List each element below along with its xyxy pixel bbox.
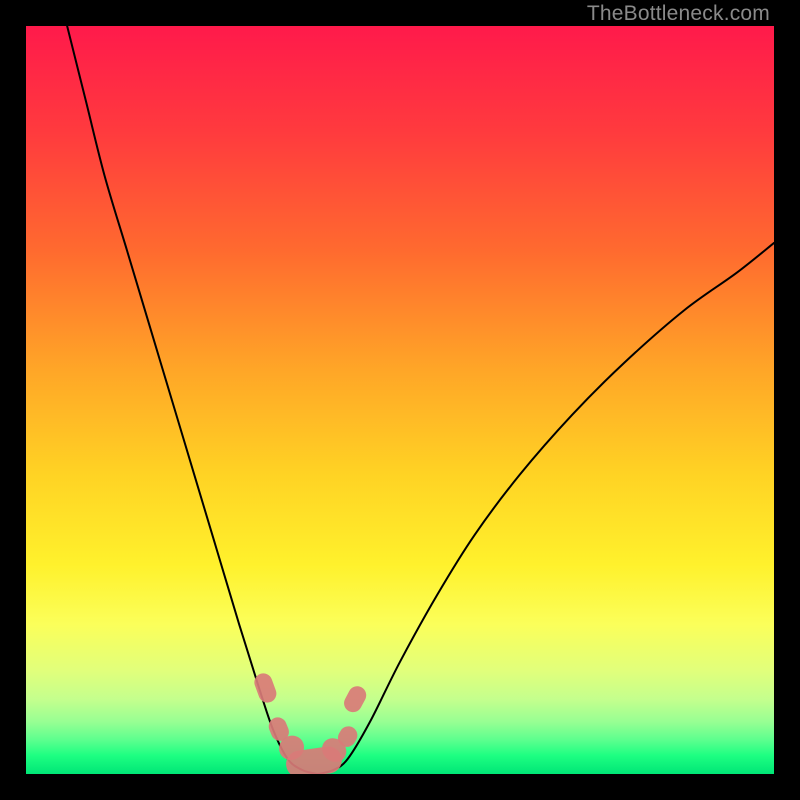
chart-frame — [26, 26, 774, 774]
watermark-text: TheBottleneck.com — [587, 2, 770, 26]
bottleneck-chart — [26, 26, 774, 774]
